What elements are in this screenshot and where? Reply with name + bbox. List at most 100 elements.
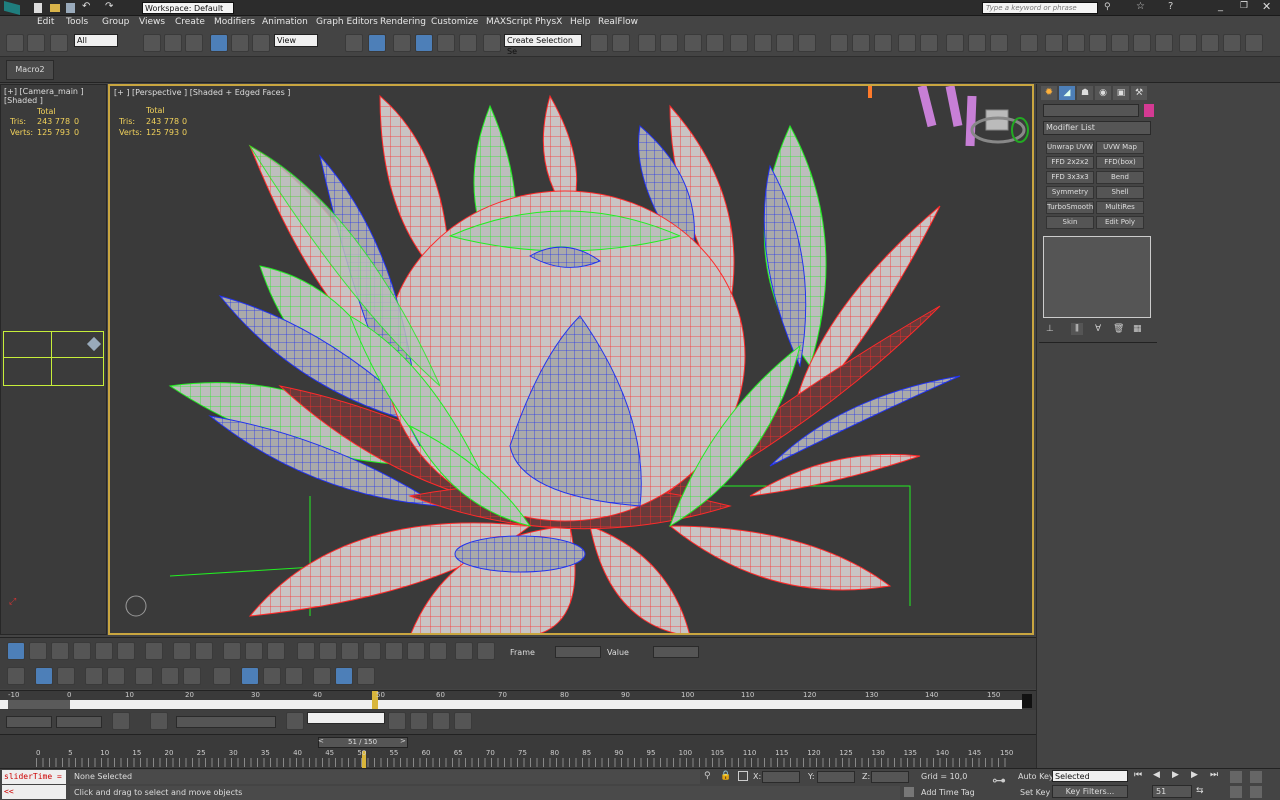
scale-values-icon[interactable] bbox=[107, 667, 125, 685]
move-keys-icon[interactable] bbox=[35, 667, 53, 685]
params-curve-out-icon[interactable] bbox=[335, 667, 353, 685]
create-tab-icon[interactable]: ✹ bbox=[1041, 86, 1057, 100]
modifier-ffd-box-button[interactable]: FFD(box) bbox=[1096, 156, 1144, 169]
realflow-tool-6-icon[interactable] bbox=[1133, 34, 1151, 52]
modifier-uvw-map-button[interactable]: UVW Map bbox=[1096, 141, 1144, 154]
set-key-icon[interactable]: ⊶ bbox=[992, 773, 1006, 789]
undo-icon[interactable]: ↶ bbox=[82, 1, 90, 12]
select-scale-icon[interactable] bbox=[252, 34, 270, 52]
time-slider-next-icon[interactable]: > bbox=[400, 737, 406, 745]
maxscript-listener-input[interactable]: sliderTime = bbox=[2, 770, 66, 784]
graphite-tools-icon[interactable] bbox=[660, 34, 678, 52]
realflow-tool-7-icon[interactable] bbox=[1155, 34, 1173, 52]
help-icon[interactable]: ? bbox=[1168, 1, 1173, 12]
absolute-mode-icon[interactable] bbox=[738, 771, 748, 781]
menu-edit[interactable]: Edit bbox=[37, 17, 54, 27]
restore-icon[interactable]: ❐ bbox=[1240, 1, 1248, 11]
zoom-region-icon[interactable] bbox=[245, 642, 263, 660]
key-stats-field-2[interactable] bbox=[56, 716, 102, 728]
spinner-snap-icon[interactable] bbox=[459, 34, 477, 52]
mirror-icon[interactable] bbox=[590, 34, 608, 52]
layer-manager-icon[interactable] bbox=[638, 34, 656, 52]
utilities-tab-icon[interactable]: ⚒ bbox=[1131, 86, 1147, 100]
tangent-linear-icon[interactable] bbox=[407, 642, 425, 660]
frame-field[interactable] bbox=[555, 646, 601, 658]
motion-tab-icon[interactable]: ◉ bbox=[1095, 86, 1111, 100]
tangent-fast-icon[interactable] bbox=[341, 642, 359, 660]
filters-icon[interactable] bbox=[7, 667, 25, 685]
realflow-tool-10-icon[interactable] bbox=[1223, 34, 1241, 52]
new-file-icon[interactable] bbox=[34, 3, 42, 13]
menu-maxscript[interactable]: MAXScript bbox=[486, 17, 532, 27]
pivot-center-icon[interactable] bbox=[345, 34, 363, 52]
zoom-icon[interactable] bbox=[223, 642, 241, 660]
key-mode-toggle-icon[interactable]: ⇆ bbox=[1196, 786, 1204, 796]
minimize-icon[interactable]: _ bbox=[1218, 1, 1223, 12]
curve-tool-icon[interactable] bbox=[29, 642, 47, 660]
time-slider-label[interactable]: 51 / 150 bbox=[348, 738, 377, 746]
select-rotate-icon[interactable] bbox=[231, 34, 249, 52]
pin-stack-icon[interactable]: ⊥ bbox=[1046, 324, 1054, 334]
tangent-custom-icon[interactable] bbox=[319, 642, 337, 660]
key-tangent-icon[interactable] bbox=[357, 667, 375, 685]
render-production-icon[interactable] bbox=[798, 34, 816, 52]
track-filter-dropdown[interactable] bbox=[307, 712, 385, 724]
z-coordinate-field[interactable] bbox=[871, 771, 909, 783]
select-by-name-icon[interactable] bbox=[164, 34, 182, 52]
workspace-dropdown[interactable]: Workspace: Default bbox=[142, 2, 234, 14]
plugin-tool-2-icon[interactable] bbox=[852, 34, 870, 52]
set-key-button[interactable]: Set Key bbox=[1020, 788, 1050, 797]
auto-key-button[interactable]: Auto Key bbox=[1018, 772, 1054, 781]
realflow-tool-8-icon[interactable] bbox=[1179, 34, 1197, 52]
menu-group[interactable]: Group bbox=[102, 17, 129, 27]
key-mode-dropdown[interactable]: Selected bbox=[1052, 770, 1128, 782]
x-coordinate-field[interactable] bbox=[762, 771, 800, 783]
rectangular-region-icon[interactable] bbox=[185, 34, 203, 52]
show-keyable-icon[interactable] bbox=[263, 667, 281, 685]
snaps-toggle-icon[interactable] bbox=[393, 34, 411, 52]
align-icon[interactable] bbox=[612, 34, 630, 52]
modifier-list-dropdown[interactable]: Modifier List bbox=[1043, 121, 1151, 135]
time-config-icon[interactable] bbox=[1230, 771, 1242, 783]
isolate-icon[interactable]: ⚲ bbox=[704, 771, 711, 781]
previous-frame-icon[interactable]: ◀ bbox=[1153, 770, 1160, 780]
realflow-tool-5-icon[interactable] bbox=[1111, 34, 1129, 52]
maximize-viewport-icon[interactable] bbox=[1250, 786, 1262, 798]
perspective-viewport-label[interactable]: [+ ] [Perspective ] [Shaded + Edged Face… bbox=[114, 88, 290, 97]
time-tag-icon[interactable] bbox=[904, 787, 914, 797]
out-of-range-icon[interactable] bbox=[455, 642, 473, 660]
modifier-stack-list[interactable] bbox=[1043, 236, 1151, 318]
menu-modifiers[interactable]: Modifiers bbox=[214, 17, 255, 27]
modifier-symmetry-button[interactable]: Symmetry bbox=[1046, 186, 1094, 199]
modifier-unwrap-uvw-button[interactable]: Unwrap UVW bbox=[1046, 141, 1094, 154]
plugin-tool-4-icon[interactable] bbox=[898, 34, 916, 52]
menu-animation[interactable]: Animation bbox=[262, 17, 308, 27]
realflow-tool-3-icon[interactable] bbox=[1067, 34, 1085, 52]
track-tool-3-icon[interactable] bbox=[432, 712, 450, 730]
configure-sets-icon[interactable]: ▦ bbox=[1133, 324, 1142, 334]
search-input[interactable]: Type a keyword or phrase bbox=[982, 2, 1098, 14]
go-to-end-icon[interactable]: ⏭ bbox=[1210, 770, 1218, 780]
plugin-tool-8-icon[interactable] bbox=[990, 34, 1008, 52]
make-unique-icon[interactable]: ∀ bbox=[1095, 324, 1101, 334]
next-frame-icon[interactable]: ▶ bbox=[1191, 770, 1198, 780]
bind-space-warp-icon[interactable] bbox=[50, 34, 68, 52]
viewport-nav-icon[interactable] bbox=[1250, 771, 1262, 783]
tangent-auto-icon[interactable] bbox=[297, 642, 315, 660]
menu-views[interactable]: Views bbox=[139, 17, 165, 27]
modifier-turbosmooth-button[interactable]: TurboSmooth bbox=[1046, 201, 1094, 214]
realflow-tool-9-icon[interactable] bbox=[1201, 34, 1219, 52]
reference-coord-dropdown[interactable]: View bbox=[274, 34, 318, 47]
modifier-shell-button[interactable]: Shell bbox=[1096, 186, 1144, 199]
tab-macro2[interactable]: Macro2 bbox=[6, 60, 54, 80]
show-end-result-icon[interactable]: ǁ bbox=[1071, 323, 1083, 335]
named-selection-dropdown[interactable]: Create Selection Se bbox=[504, 34, 582, 56]
add-keys-icon[interactable] bbox=[135, 667, 153, 685]
menu-customize[interactable]: Customize bbox=[431, 17, 478, 27]
track-name-field[interactable] bbox=[176, 716, 276, 728]
menu-rendering[interactable]: Rendering bbox=[380, 17, 426, 27]
zoom-vertical-icon[interactable] bbox=[195, 642, 213, 660]
play-icon[interactable]: ▶ bbox=[1172, 770, 1179, 780]
menu-realflow[interactable]: RealFlow bbox=[598, 17, 638, 27]
move-tool-icon[interactable] bbox=[7, 642, 25, 660]
